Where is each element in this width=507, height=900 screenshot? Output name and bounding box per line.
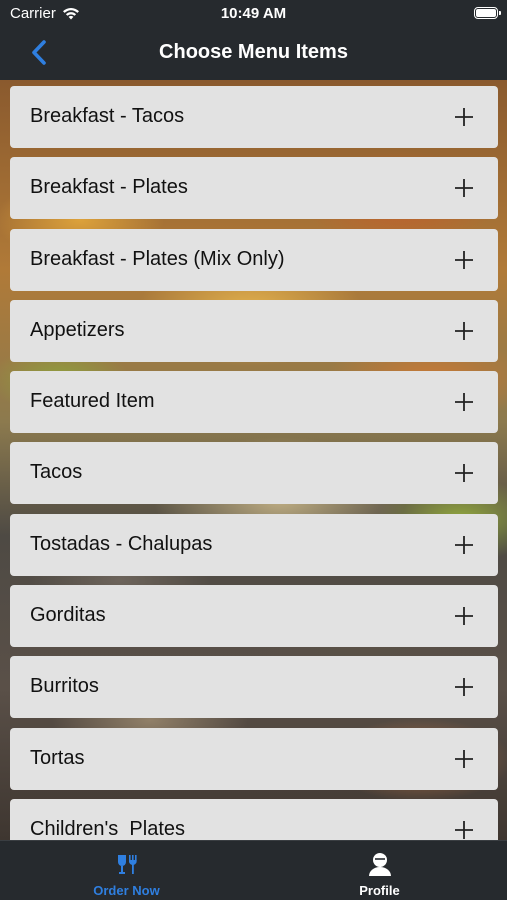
menu-item-burritos[interactable]: Burritos: [10, 656, 498, 719]
menu-item-label: Children's Plates: [30, 817, 185, 840]
status-clock: 10:49 AM: [220, 5, 287, 22]
menu-item-label: Tostadas - Chalupas: [30, 532, 213, 555]
menu-item-breakfast-tacos[interactable]: Breakfast - Tacos: [10, 86, 498, 148]
plus-icon[interactable]: [454, 677, 474, 697]
app-screen: Carrier 10:49 AM Choose Menu Items Break…: [0, 0, 507, 900]
page-title: Choose Menu Items: [159, 41, 348, 63]
status-bar: Carrier 10:49 AM: [0, 0, 507, 28]
menu-item-breakfast-plates-mix-only[interactable]: Breakfast - Plates (Mix Only): [10, 228, 498, 291]
tab-profile[interactable]: Profile: [253, 841, 506, 900]
plus-icon[interactable]: [454, 321, 474, 341]
menu-item-label: Tacos: [30, 461, 83, 484]
menu-item-label: Burritos: [30, 675, 99, 698]
tab-label: Order Now: [93, 883, 160, 898]
plus-icon[interactable]: [454, 250, 474, 270]
tab-order-now[interactable]: Order Now: [0, 841, 253, 900]
menu-item-label: Gorditas: [30, 604, 106, 627]
menu-item-label: Breakfast - Tacos: [30, 105, 185, 127]
menu-item-featured-item[interactable]: Featured Item: [10, 371, 498, 434]
menu-item-breakfast-plates[interactable]: Breakfast - Plates: [10, 157, 498, 220]
profile-icon: [368, 853, 391, 876]
tab-bar: Order Now Profile: [0, 840, 507, 900]
menu-item-tortas[interactable]: Tortas: [10, 727, 498, 790]
menu-item-label: Breakfast - Plates: [30, 176, 188, 199]
plus-icon[interactable]: [454, 606, 474, 626]
menu-item-label: Breakfast - Plates (Mix Only): [30, 247, 285, 270]
menu-category-list[interactable]: Breakfast - Tacos Breakfast - Plates Bre…: [10, 86, 498, 840]
plus-icon[interactable]: [454, 820, 474, 840]
plus-icon[interactable]: [454, 749, 474, 769]
navigation-bar: Choose Menu Items: [0, 28, 507, 80]
menu-item-childrens-plates[interactable]: Children's Plates: [10, 798, 498, 840]
battery-icon: [474, 7, 501, 19]
plus-icon[interactable]: [454, 107, 474, 127]
menu-item-label: Tortas: [30, 746, 85, 769]
menu-item-tostadas-chalupas[interactable]: Tostadas - Chalupas: [10, 513, 498, 576]
plus-icon[interactable]: [454, 535, 474, 555]
menu-item-label: Appetizers: [30, 318, 125, 341]
menu-item-tacos[interactable]: Tacos: [10, 442, 498, 505]
plus-icon[interactable]: [454, 463, 474, 483]
menu-item-label: Featured Item: [30, 390, 155, 413]
plus-icon[interactable]: [454, 178, 474, 198]
fork-knife-icon: [117, 855, 137, 874]
menu-item-gorditas[interactable]: Gorditas: [10, 585, 498, 648]
menu-item-appetizers[interactable]: Appetizers: [10, 299, 498, 362]
plus-icon[interactable]: [454, 392, 474, 412]
tab-label: Profile: [359, 883, 400, 898]
